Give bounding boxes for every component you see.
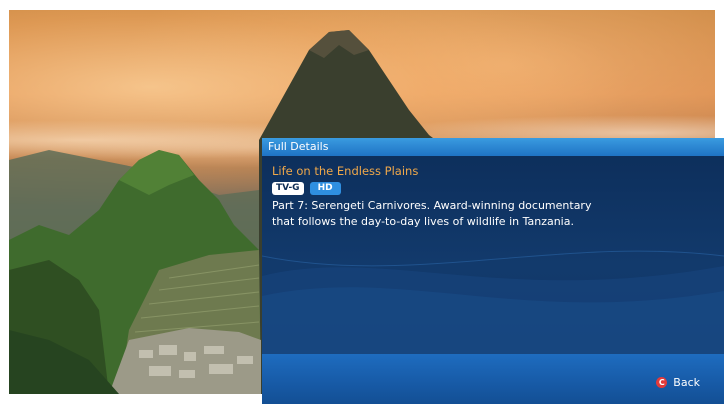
panel-header: Full Details bbox=[262, 138, 724, 156]
panel-footer: C Back bbox=[262, 354, 724, 404]
panel-body: Life on the Endless Plains TV-G HD Part … bbox=[262, 156, 724, 354]
red-c-button-icon: C bbox=[656, 377, 668, 388]
back-label: Back bbox=[673, 376, 700, 389]
badges: TV-G HD bbox=[272, 182, 341, 195]
rating-badge: TV-G bbox=[272, 182, 304, 195]
show-description: Part 7: Serengeti Carnivores. Award-winn… bbox=[272, 198, 692, 230]
full-details-panel: Full Details Life on the Endless Plains … bbox=[262, 138, 724, 404]
wave-decoration bbox=[262, 250, 724, 354]
back-button[interactable]: C Back bbox=[656, 376, 700, 389]
description-line-1: Part 7: Serengeti Carnivores. Award-winn… bbox=[272, 199, 592, 212]
description-line-2: that follows the day-to-day lives of wil… bbox=[272, 215, 574, 228]
hd-badge: HD bbox=[309, 182, 341, 195]
show-title: Life on the Endless Plains bbox=[272, 164, 419, 178]
